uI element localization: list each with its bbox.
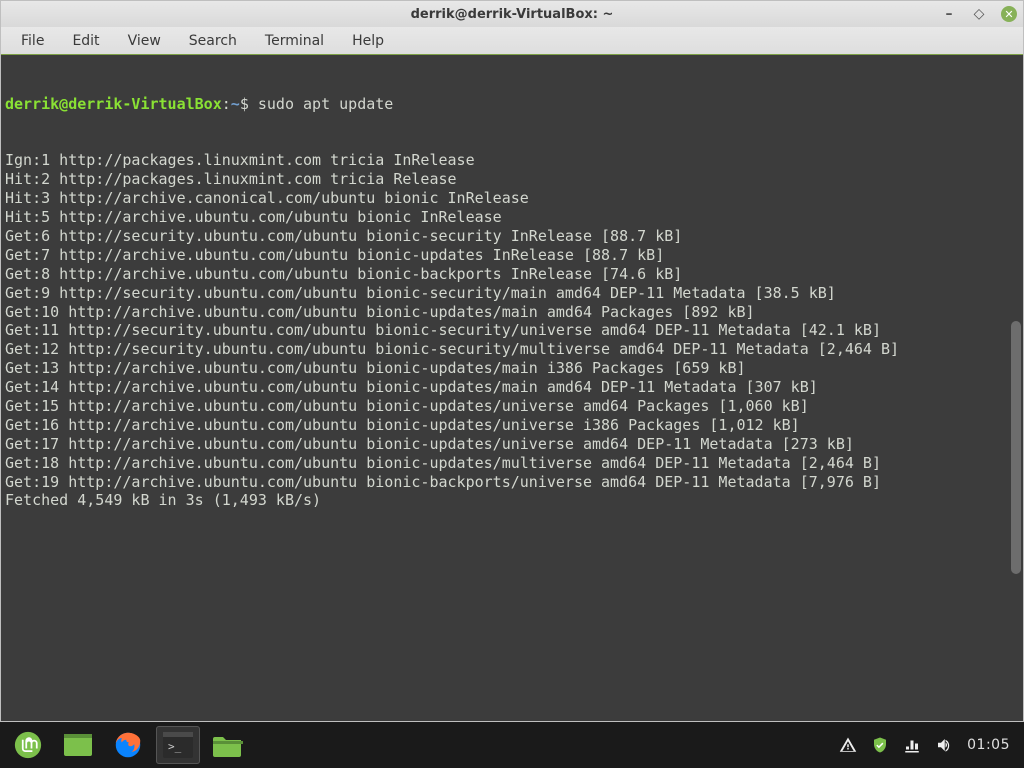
terminal-line: Get:9 http://security.ubuntu.com/ubuntu … [5, 284, 1019, 303]
terminal-line: Get:8 http://archive.ubuntu.com/ubuntu b… [5, 265, 1019, 284]
terminal-line: Fetched 4,549 kB in 3s (1,493 kB/s) [5, 491, 1019, 510]
terminal-line: Hit:2 http://packages.linuxmint.com tric… [5, 170, 1019, 189]
firefox-icon [114, 731, 142, 759]
minimize-button[interactable]: – [941, 6, 957, 22]
terminal-line: Get:14 http://archive.ubuntu.com/ubuntu … [5, 378, 1019, 397]
terminal-line: Get:12 http://security.ubuntu.com/ubuntu… [5, 340, 1019, 359]
mint-icon [14, 731, 42, 759]
terminal-line: Hit:3 http://archive.canonical.com/ubunt… [5, 189, 1019, 208]
terminal-output[interactable]: derrik@derrik-VirtualBox:~$ sudo apt upd… [1, 55, 1023, 721]
terminal-line: Get:7 http://archive.ubuntu.com/ubuntu b… [5, 246, 1019, 265]
maximize-button[interactable]: ◇ [971, 6, 987, 22]
window-title: derrik@derrik-VirtualBox: ~ [411, 7, 614, 22]
prompt-sep1: : [222, 95, 231, 113]
terminal-icon: >_ [163, 732, 193, 758]
terminal-line: Hit:5 http://archive.ubuntu.com/ubuntu b… [5, 208, 1019, 227]
terminal-line: Get:18 http://archive.ubuntu.com/ubuntu … [5, 454, 1019, 473]
prompt-sep2: $ [240, 95, 258, 113]
terminal-scrollbar[interactable] [1011, 321, 1021, 574]
menu-bar: FileEditViewSearchTerminalHelp [1, 27, 1023, 55]
menu-view[interactable]: View [116, 30, 173, 52]
taskbar-terminal[interactable]: >_ [156, 726, 200, 764]
taskbar-launchers: >_ [6, 726, 256, 764]
taskbar-mint-menu[interactable] [6, 726, 50, 764]
terminal-line: Get:17 http://archive.ubuntu.com/ubuntu … [5, 435, 1019, 454]
files-icon [213, 733, 243, 757]
terminal-line: Ign:1 http://packages.linuxmint.com tric… [5, 151, 1019, 170]
svg-text:>_: >_ [168, 740, 182, 753]
terminal-line: Get:11 http://security.ubuntu.com/ubuntu… [5, 321, 1019, 340]
prompt-line: derrik@derrik-VirtualBox:~$ sudo apt upd… [5, 95, 1019, 114]
terminal-output-lines: Ign:1 http://packages.linuxmint.com tric… [5, 151, 1019, 510]
taskbar: >_ 01:05 [0, 722, 1024, 768]
terminal-window: derrik@derrik-VirtualBox: ~ – ◇ ✕ FileEd… [0, 0, 1024, 722]
terminal-line: Get:19 http://archive.ubuntu.com/ubuntu … [5, 473, 1019, 492]
taskbar-show-desktop[interactable] [56, 726, 100, 764]
terminal-line: Get:13 http://archive.ubuntu.com/ubuntu … [5, 359, 1019, 378]
prompt-user: derrik@derrik-VirtualBox [5, 95, 222, 113]
desktop-icon [63, 733, 93, 757]
taskbar-firefox[interactable] [106, 726, 150, 764]
menu-help[interactable]: Help [340, 30, 396, 52]
shield-icon[interactable] [871, 736, 889, 754]
prompt-command: sudo apt update [258, 95, 393, 113]
titlebar[interactable]: derrik@derrik-VirtualBox: ~ – ◇ ✕ [1, 1, 1023, 27]
prompt-path: ~ [231, 95, 240, 113]
warning-icon[interactable] [839, 736, 857, 754]
taskbar-file-manager[interactable] [206, 726, 250, 764]
menu-edit[interactable]: Edit [60, 30, 111, 52]
terminal-line: Get:6 http://security.ubuntu.com/ubuntu … [5, 227, 1019, 246]
terminal-line: Get:15 http://archive.ubuntu.com/ubuntu … [5, 397, 1019, 416]
window-controls: – ◇ ✕ [941, 1, 1017, 27]
menu-search[interactable]: Search [177, 30, 249, 52]
sound-icon[interactable] [935, 736, 953, 754]
network-icon[interactable] [903, 736, 921, 754]
terminal-line: Get:10 http://archive.ubuntu.com/ubuntu … [5, 303, 1019, 322]
taskbar-clock[interactable]: 01:05 [967, 737, 1010, 753]
terminal-line: Get:16 http://archive.ubuntu.com/ubuntu … [5, 416, 1019, 435]
menu-file[interactable]: File [9, 30, 56, 52]
system-tray: 01:05 [839, 736, 1018, 754]
menu-terminal[interactable]: Terminal [253, 30, 336, 52]
close-button[interactable]: ✕ [1001, 6, 1017, 22]
